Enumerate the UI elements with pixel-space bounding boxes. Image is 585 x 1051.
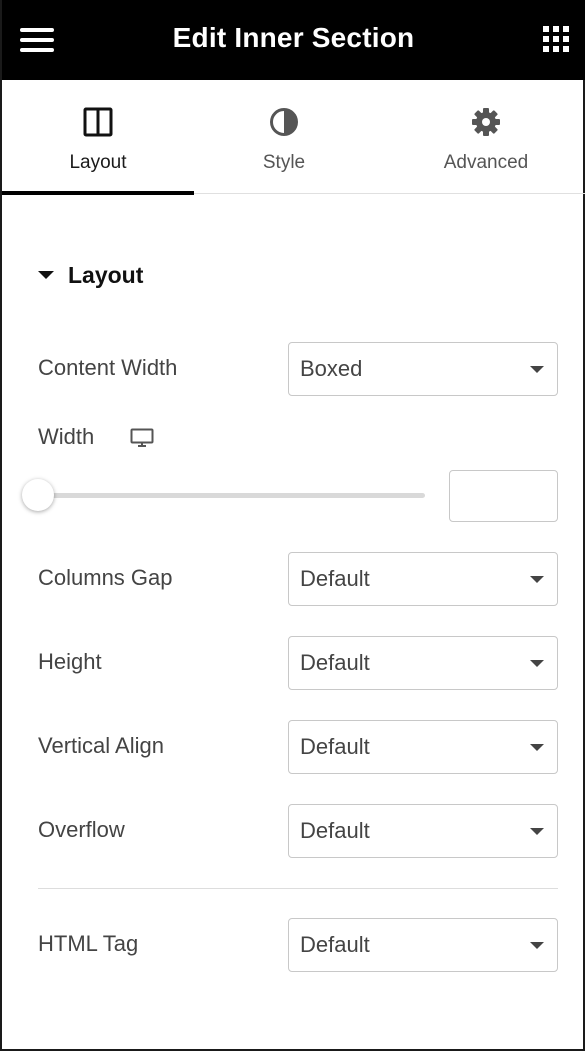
active-tab-indicator (2, 191, 194, 195)
chevron-down-icon (530, 366, 544, 373)
select-value: Default (300, 818, 370, 843)
divider (38, 888, 558, 889)
select-value: Default (300, 932, 370, 957)
content-width-select[interactable]: Boxed (288, 342, 558, 396)
caret-down-icon (38, 271, 54, 279)
panel-title: Edit Inner Section (172, 22, 415, 53)
height-select[interactable]: Default (288, 636, 558, 690)
half-circle-icon (270, 108, 298, 136)
chevron-down-icon (530, 576, 544, 583)
columns-gap-select[interactable]: Default (288, 552, 558, 606)
select-value: Default (300, 650, 370, 675)
tab-label: Layout (69, 152, 127, 173)
chevron-down-icon (530, 744, 544, 751)
section-title: Layout (68, 261, 144, 288)
select-value: Default (300, 566, 370, 591)
html-tag-select[interactable]: Default (288, 918, 558, 972)
panel-header: Edit Inner Section (2, 0, 585, 80)
select-value: Default (300, 734, 370, 759)
tab-style[interactable]: Style (190, 80, 378, 194)
width-number-input[interactable] (449, 470, 558, 522)
tab-layout[interactable]: Layout (2, 80, 194, 195)
overflow-select[interactable]: Default (288, 804, 558, 858)
columns-gap-label: Columns Gap (38, 565, 173, 590)
section-toggle-layout[interactable]: Layout (38, 258, 143, 292)
chevron-down-icon (530, 828, 544, 835)
chevron-down-icon (530, 942, 544, 949)
tab-advanced[interactable]: Advanced (386, 80, 585, 194)
columns-icon (83, 107, 113, 137)
tab-bar: Layout Style Advanced (2, 80, 585, 195)
editor-panel: Edit Inner Section Layout Style Advanced… (0, 0, 585, 1051)
content-width-label: Content Width (38, 355, 178, 380)
chevron-down-icon (530, 660, 544, 667)
tab-label: Advanced (443, 152, 529, 173)
width-slider-track[interactable] (38, 493, 425, 498)
gear-icon (472, 108, 500, 136)
vertical-align-select[interactable]: Default (288, 720, 558, 774)
select-value: Boxed (300, 356, 363, 381)
monitor-icon[interactable] (130, 428, 154, 448)
overflow-label: Overflow (38, 817, 125, 842)
widgets-grid-icon[interactable] (543, 26, 571, 54)
height-label: Height (38, 649, 102, 674)
html-tag-label: HTML Tag (38, 931, 139, 956)
width-slider-handle[interactable] (22, 479, 54, 511)
width-label: Width (38, 424, 95, 449)
vertical-align-label: Vertical Align (38, 733, 164, 758)
tab-label: Style (262, 152, 306, 173)
